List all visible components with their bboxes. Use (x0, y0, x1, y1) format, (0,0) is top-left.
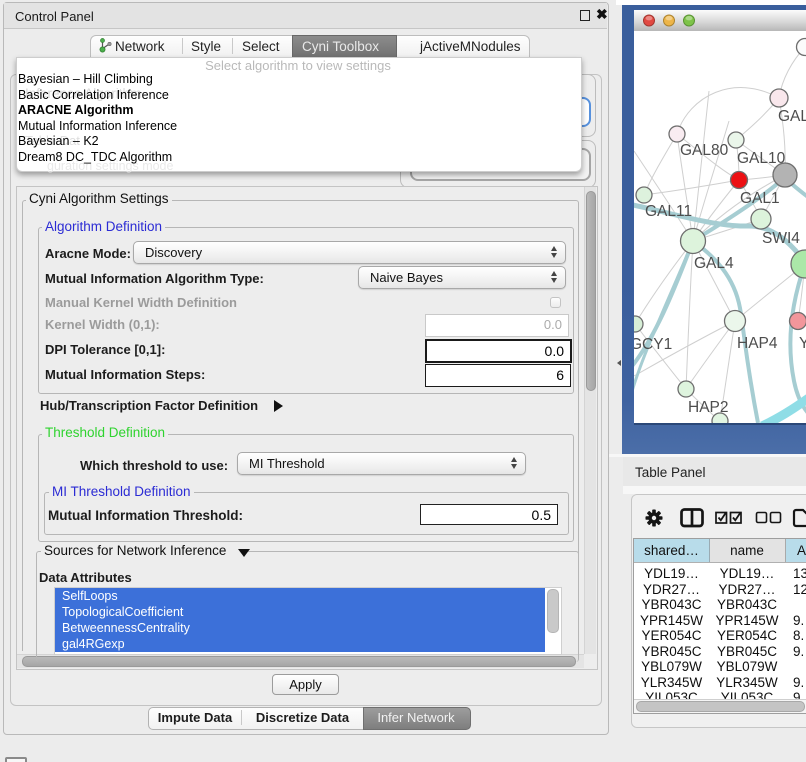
svg-text:SWI4: SWI4 (762, 230, 800, 247)
svg-text:HAP2: HAP2 (688, 399, 729, 416)
svg-text:Y: Y (799, 335, 806, 352)
svg-text:GAL4: GAL4 (694, 255, 734, 272)
svg-text:GAL: GAL (778, 108, 806, 125)
svg-text:GAL11: GAL11 (645, 203, 692, 220)
svg-text:GAL10: GAL10 (737, 150, 786, 167)
svg-text:GAL1: GAL1 (740, 190, 780, 207)
svg-text:HAP4: HAP4 (737, 335, 778, 352)
svg-text:GAL80: GAL80 (680, 142, 729, 159)
svg-text:GCY1: GCY1 (634, 336, 672, 353)
